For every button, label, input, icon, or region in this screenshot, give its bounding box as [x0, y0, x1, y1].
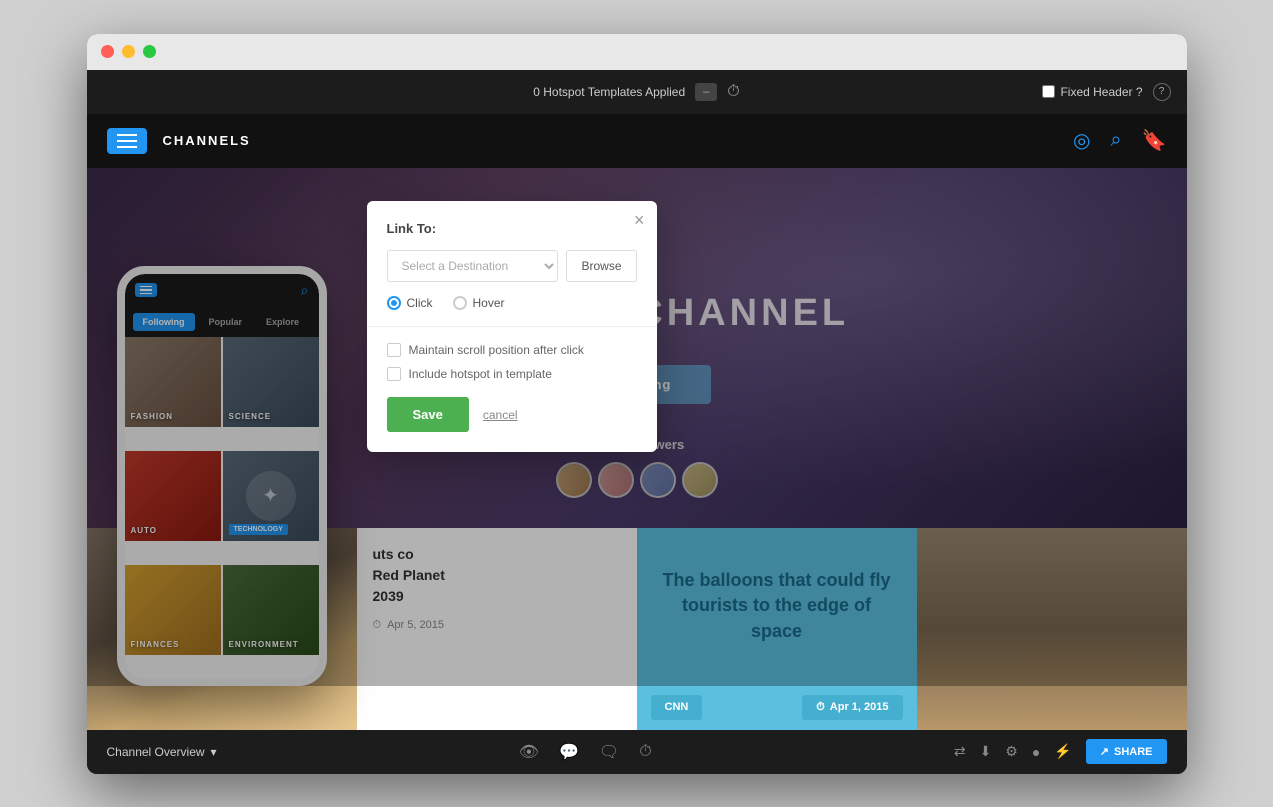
link-to-dialog: × Link To: Select a Destination Browse C…: [367, 201, 657, 452]
include-hotspot-checkbox-row[interactable]: Include hotspot in template: [387, 367, 637, 381]
channels-label: CHANNELS: [163, 133, 251, 148]
ham-line-1: [117, 134, 137, 136]
browser-window: 0 Hotspot Templates Applied – ⏱ Fixed He…: [87, 34, 1187, 774]
click-radio[interactable]: Click: [387, 296, 433, 310]
scroll-position-checkbox-row[interactable]: Maintain scroll position after click: [387, 343, 637, 357]
bolt-icon[interactable]: ⚡: [1054, 743, 1071, 760]
search-icon[interactable]: ⌕: [1110, 129, 1121, 152]
traffic-light-green[interactable]: [143, 45, 156, 58]
date-tag-icon: ⏱: [816, 701, 825, 714]
browse-button[interactable]: Browse: [566, 250, 636, 282]
share-arrow-icon: ↗: [1100, 745, 1109, 758]
destination-select[interactable]: Select a Destination: [387, 250, 559, 282]
channel-overview-dropdown-icon: ▾: [211, 745, 217, 759]
chat-icon[interactable]: 🗨: [599, 742, 619, 762]
date-tag-button[interactable]: ⏱ Apr 1, 2015: [802, 695, 902, 720]
browser-chrome: [87, 34, 1187, 70]
hover-radio[interactable]: Hover: [453, 296, 505, 310]
modal-title: Link To:: [387, 221, 637, 236]
hover-radio-dot: [453, 296, 467, 310]
top-toolbar: 0 Hotspot Templates Applied – ⏱ Fixed He…: [87, 70, 1187, 114]
clock-icon[interactable]: ⏱: [727, 83, 739, 101]
comment-icon[interactable]: 💬: [559, 742, 579, 762]
scroll-checkbox: [387, 343, 401, 357]
traffic-light-red[interactable]: [101, 45, 114, 58]
download-icon[interactable]: ⬇: [980, 743, 992, 760]
modal-divider: [367, 326, 657, 327]
ham-line-2: [117, 140, 137, 142]
share-network-icon[interactable]: ⇄: [954, 743, 966, 760]
balloon-footer: CNN ⏱ Apr 1, 2015: [637, 685, 917, 730]
bookmark-icon[interactable]: 🔖: [1142, 128, 1167, 153]
timer-icon[interactable]: ⏱: [639, 743, 651, 761]
hotspot-label: 0 Hotspot Templates Applied: [533, 85, 685, 99]
cnn-tag-button[interactable]: CNN: [651, 695, 703, 720]
hamburger-button[interactable]: [107, 128, 147, 154]
bottom-center: 👁 💬 🗨 ⏱: [519, 742, 652, 762]
fixed-header-checkbox[interactable]: [1042, 85, 1055, 98]
modal-overlay: × Link To: Select a Destination Browse C…: [87, 168, 1187, 686]
click-radio-dot: [387, 296, 401, 310]
main-content: SCIENCE CHANNEL Following 234K Followers: [87, 168, 1187, 730]
ham-line-3: [117, 146, 137, 148]
save-button[interactable]: Save: [387, 397, 469, 432]
bottom-right: ⇄ ⬇ ⚙ ● ⚡ ↗ SHARE: [954, 739, 1167, 764]
channel-overview-button[interactable]: Channel Overview ▾: [107, 745, 217, 759]
settings-icon[interactable]: ⚙: [1005, 743, 1018, 760]
help-button[interactable]: ?: [1153, 83, 1171, 101]
target-icon[interactable]: ◎: [1073, 128, 1090, 153]
click-radio-inner: [391, 300, 397, 306]
include-hotspot-checkbox: [387, 367, 401, 381]
modal-close-button[interactable]: ×: [634, 211, 645, 229]
hotspot-dropdown-btn[interactable]: –: [695, 83, 717, 101]
traffic-light-yellow[interactable]: [122, 45, 135, 58]
eye-icon[interactable]: 👁: [519, 742, 539, 762]
radio-row: Click Hover: [387, 296, 637, 310]
fixed-header-label: Fixed Header ?: [1042, 85, 1142, 99]
bottom-toolbar: Channel Overview ▾ 👁 💬 🗨 ⏱ ⇄ ⬇ ⚙ ● ⚡ ↗ S…: [87, 730, 1187, 774]
modal-destination-row: Select a Destination Browse: [387, 250, 637, 282]
dot-icon[interactable]: ●: [1032, 744, 1040, 760]
bottom-left: Channel Overview ▾: [107, 745, 217, 759]
cancel-link[interactable]: cancel: [483, 408, 518, 422]
modal-actions: Save cancel: [387, 397, 637, 432]
app-header: CHANNELS ◎ ⌕ 🔖: [87, 114, 1187, 168]
share-button[interactable]: ↗ SHARE: [1086, 739, 1167, 764]
